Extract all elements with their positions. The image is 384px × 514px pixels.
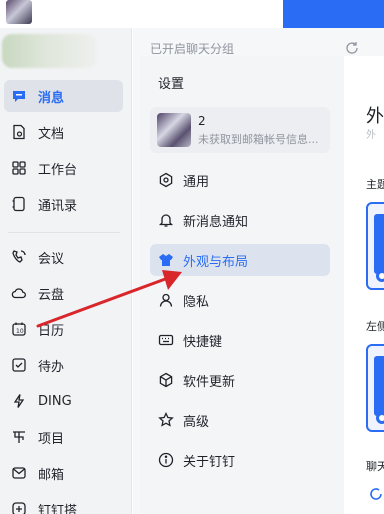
theme-option-card[interactable]: [366, 202, 384, 290]
sidebar-item-workbench[interactable]: 工作台: [4, 152, 123, 184]
meeting-icon: [10, 248, 28, 266]
sidebar-item-cloud[interactable]: 云盘: [4, 277, 123, 309]
star-icon: [158, 412, 174, 428]
keyboard-icon: [158, 332, 174, 348]
theme-section-label: 主题: [366, 178, 384, 191]
settings-item-advanced[interactable]: 高级: [150, 404, 330, 436]
settings-item-label: 外观与布局: [183, 254, 249, 270]
settings-title: 设置: [158, 77, 185, 92]
contacts-icon: [10, 195, 28, 213]
account-subtitle: 未获取到邮箱帐号信息...: [198, 133, 319, 146]
content-subtitle: 外: [366, 130, 376, 141]
theme-preview: [374, 214, 384, 274]
sidebar-item-label: 工作台: [38, 162, 78, 178]
settings-item-label: 软件更新: [183, 374, 236, 390]
user-avatar[interactable]: [6, 0, 32, 24]
sidebar: 消息 文档 工作台 通讯录 会议 云盘 10 日历 待办 DING 项目 邮箱 …: [0, 28, 132, 514]
info-icon: [158, 452, 174, 468]
layout-preview: [374, 356, 384, 416]
sidebar-item-label: 云盘: [38, 287, 65, 303]
sidebar-item-label: DING: [38, 393, 72, 409]
radio-selected-icon: [376, 270, 384, 282]
layout-option-card[interactable]: [366, 344, 384, 432]
sidebar-divider: [8, 232, 120, 233]
bell-icon: [158, 212, 174, 228]
settings-item-label: 快捷键: [183, 334, 223, 350]
settings-item-shortcuts[interactable]: 快捷键: [150, 324, 330, 356]
sidebar-item-label: 会议: [38, 251, 65, 267]
update-icon: [158, 372, 174, 388]
sidebar-item-dingda[interactable]: 钉钉搭: [4, 493, 123, 514]
settings-item-label: 隐私: [183, 294, 210, 310]
message-icon: [10, 87, 28, 105]
shirt-icon: [158, 252, 174, 268]
settings-item-about[interactable]: 关于钉钉: [150, 444, 330, 476]
account-avatar: [157, 113, 191, 147]
profile-area[interactable]: [2, 34, 97, 68]
sidebar-item-todo[interactable]: 待办: [4, 349, 123, 381]
sidebar-item-label: 钉钉搭: [38, 503, 78, 514]
chat-section-label: 聊天: [366, 460, 384, 473]
ding-icon: [10, 392, 28, 410]
sidebar-item-calendar[interactable]: 10 日历: [4, 313, 123, 345]
sidebar-item-label: 通讯录: [38, 198, 78, 214]
settings-item-notifications[interactable]: 新消息通知: [150, 204, 330, 236]
chat-list-header: 已开启聊天分组: [150, 42, 235, 56]
settings-item-label: 关于钉钉: [183, 454, 236, 470]
settings-item-label: 高级: [183, 414, 210, 430]
sidebar-item-contacts[interactable]: 通讯录: [4, 188, 123, 220]
sidebar-item-label: 文档: [38, 126, 65, 142]
settings-item-appearance[interactable]: 外观与布局: [150, 244, 330, 276]
title-bar-accent: [283, 0, 384, 28]
sidebar-item-label: 邮箱: [38, 467, 65, 483]
sidebar-item-label: 待办: [38, 359, 65, 375]
sidebar-item-label: 消息: [38, 90, 65, 106]
document-icon: [10, 123, 28, 141]
sidebar-item-label: 日历: [38, 323, 65, 339]
radio-selected-icon: [376, 412, 384, 424]
settings-item-privacy[interactable]: 隐私: [150, 284, 330, 316]
sidebar-item-mail[interactable]: 邮箱: [4, 457, 123, 489]
appearance-content: 外 外 主题 左侧 聊天: [344, 56, 384, 514]
sidebar-item-messages[interactable]: 消息: [4, 80, 123, 112]
loading-icon: [368, 486, 384, 502]
dingda-icon: [10, 500, 28, 514]
settings-item-update[interactable]: 软件更新: [150, 364, 330, 396]
settings-item-label: 新消息通知: [183, 214, 249, 230]
account-name: 2: [198, 114, 206, 128]
sidebar-item-project[interactable]: 项目: [4, 421, 123, 453]
refresh-icon[interactable]: [344, 40, 360, 56]
sidebar-item-meeting[interactable]: 会议: [4, 241, 123, 273]
general-icon: [158, 172, 174, 188]
svg-text:10: 10: [16, 328, 24, 335]
calendar-icon: 10: [10, 320, 28, 338]
mail-icon: [10, 464, 28, 482]
settings-item-general[interactable]: 通用: [150, 164, 330, 196]
privacy-icon: [158, 292, 174, 308]
settings-item-label: 通用: [183, 174, 210, 190]
cloud-icon: [10, 284, 28, 302]
left-section-label: 左侧: [366, 320, 384, 333]
sidebar-item-ding[interactable]: DING: [4, 385, 123, 417]
workbench-icon: [10, 159, 28, 177]
content-title: 外: [366, 106, 384, 127]
sidebar-item-docs[interactable]: 文档: [4, 116, 123, 148]
project-icon: [10, 428, 28, 446]
todo-icon: [10, 356, 28, 374]
sidebar-item-label: 项目: [38, 431, 65, 447]
